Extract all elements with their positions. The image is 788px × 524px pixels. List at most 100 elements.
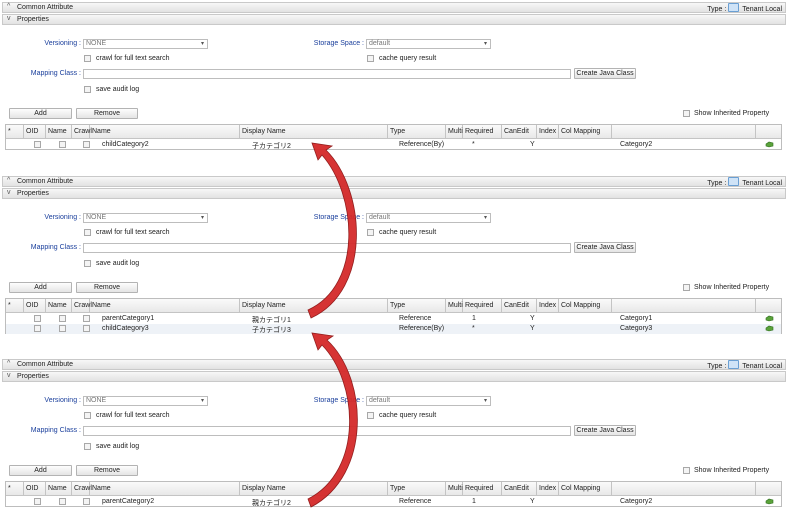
- crawl-checkbox[interactable]: [83, 325, 90, 332]
- column-header[interactable]: Type: [388, 482, 446, 495]
- column-header[interactable]: Col Mapping: [559, 482, 612, 495]
- column-header[interactable]: Required: [463, 125, 502, 138]
- table-row[interactable]: parentCategory1 親カテゴリ1 Reference 1 Y Category…: [6, 314, 781, 324]
- chevron-up-icon[interactable]: ^: [7, 3, 10, 10]
- column-header[interactable]: *: [6, 125, 24, 138]
- column-header[interactable]: Index: [537, 482, 559, 495]
- edit-row-icon[interactable]: [765, 325, 774, 332]
- common-attribute-header[interactable]: ^ Common Attribute Type : Tenant Local: [2, 2, 786, 13]
- column-header[interactable]: Col Mapping: [559, 299, 612, 312]
- column-header[interactable]: Name: [90, 125, 240, 138]
- storage-space-select[interactable]: default ▾: [366, 213, 491, 223]
- column-header[interactable]: Name: [90, 299, 240, 312]
- column-header[interactable]: OID: [24, 299, 46, 312]
- save-audit-log-checkbox[interactable]: [84, 443, 91, 450]
- name-checkbox[interactable]: [59, 325, 66, 332]
- column-header[interactable]: Col Mapping: [559, 125, 612, 138]
- column-header[interactable]: Required: [463, 299, 502, 312]
- column-header[interactable]: Type: [388, 299, 446, 312]
- storage-space-select[interactable]: default ▾: [366, 396, 491, 406]
- column-header[interactable]: Name: [46, 125, 72, 138]
- chevron-up-icon[interactable]: ^: [7, 360, 10, 367]
- column-header[interactable]: Display Name: [240, 125, 388, 138]
- column-header[interactable]: Display Name: [240, 482, 388, 495]
- crawl-checkbox[interactable]: [84, 229, 91, 236]
- oid-checkbox[interactable]: [34, 315, 41, 322]
- create-java-class-button[interactable]: Create Java Class: [574, 425, 636, 436]
- remove-button[interactable]: Remove: [76, 108, 138, 119]
- chevron-up-icon[interactable]: ^: [7, 177, 10, 184]
- column-header[interactable]: CanEdit: [502, 299, 537, 312]
- versioning-select[interactable]: NONE ▾: [83, 213, 208, 223]
- oid-checkbox[interactable]: [34, 325, 41, 332]
- versioning-select[interactable]: NONE ▾: [83, 396, 208, 406]
- column-header[interactable]: Display Name: [240, 299, 388, 312]
- properties-header[interactable]: v Properties: [2, 188, 786, 199]
- properties-header[interactable]: v Properties: [2, 14, 786, 25]
- crawl-checkbox[interactable]: [83, 498, 90, 505]
- column-header[interactable]: *: [6, 299, 24, 312]
- versioning-select[interactable]: NONE ▾: [83, 39, 208, 49]
- column-header[interactable]: Required: [463, 482, 502, 495]
- column-header[interactable]: Name: [46, 482, 72, 495]
- crawl-checkbox[interactable]: [83, 315, 90, 322]
- column-header[interactable]: Index: [537, 299, 559, 312]
- edit-row-icon[interactable]: [765, 315, 774, 322]
- column-header[interactable]: Index: [537, 125, 559, 138]
- remove-button[interactable]: Remove: [76, 282, 138, 293]
- cache-query-checkbox[interactable]: [367, 229, 374, 236]
- column-header[interactable]: Name: [46, 299, 72, 312]
- column-header[interactable]: Multi: [446, 125, 463, 138]
- show-inherited-checkbox[interactable]: [683, 110, 690, 117]
- chevron-down-icon[interactable]: v: [7, 15, 11, 22]
- column-header[interactable]: Type: [388, 125, 446, 138]
- edit-row-icon[interactable]: [765, 498, 774, 505]
- mapping-class-input[interactable]: [83, 426, 571, 436]
- mapping-class-input[interactable]: [83, 69, 571, 79]
- create-java-class-button[interactable]: Create Java Class: [574, 242, 636, 253]
- mapping-class-input[interactable]: [83, 243, 571, 253]
- column-header[interactable]: Crawl: [72, 482, 92, 495]
- cache-query-checkbox[interactable]: [367, 55, 374, 62]
- add-button[interactable]: Add: [9, 465, 72, 476]
- property-canedit: Y: [530, 141, 535, 148]
- add-button[interactable]: Add: [9, 108, 72, 119]
- add-button[interactable]: Add: [9, 282, 72, 293]
- show-inherited-checkbox[interactable]: [683, 467, 690, 474]
- column-header[interactable]: Crawl: [72, 299, 92, 312]
- common-attribute-header[interactable]: ^ Common Attribute Type : Tenant Local: [2, 359, 786, 370]
- column-header[interactable]: CanEdit: [502, 482, 537, 495]
- oid-checkbox[interactable]: [34, 498, 41, 505]
- column-header[interactable]: OID: [24, 482, 46, 495]
- column-header[interactable]: *: [6, 482, 24, 495]
- column-header[interactable]: CanEdit: [502, 125, 537, 138]
- crawl-checkbox[interactable]: [83, 141, 90, 148]
- table-row[interactable]: parentCategory2 親カテゴリ2 Reference 1 Y Category…: [6, 497, 781, 507]
- properties-header[interactable]: v Properties: [2, 371, 786, 382]
- name-checkbox[interactable]: [59, 315, 66, 322]
- save-audit-log-checkbox[interactable]: [84, 86, 91, 93]
- save-audit-log-checkbox[interactable]: [84, 260, 91, 267]
- edit-row-icon[interactable]: [765, 141, 774, 148]
- storage-space-select[interactable]: default ▾: [366, 39, 491, 49]
- name-checkbox[interactable]: [59, 141, 66, 148]
- chevron-down-icon[interactable]: v: [7, 372, 11, 379]
- name-checkbox[interactable]: [59, 498, 66, 505]
- crawl-checkbox[interactable]: [84, 412, 91, 419]
- common-attribute-header[interactable]: ^ Common Attribute Type : Tenant Local: [2, 176, 786, 187]
- show-inherited-checkbox[interactable]: [683, 284, 690, 291]
- column-header[interactable]: Multi: [446, 482, 463, 495]
- create-java-class-button[interactable]: Create Java Class: [574, 68, 636, 79]
- oid-checkbox[interactable]: [34, 141, 41, 148]
- table-row[interactable]: childCategory3 子カテゴリ3 Reference(By) * Y Categ…: [6, 324, 781, 334]
- column-header[interactable]: OID: [24, 125, 46, 138]
- chevron-down-icon[interactable]: v: [7, 189, 11, 196]
- cache-query-checkbox[interactable]: [367, 412, 374, 419]
- table-row[interactable]: childCategory2 子カテゴリ2 Reference(By) * Y Categ…: [6, 140, 781, 150]
- remove-button[interactable]: Remove: [76, 465, 138, 476]
- storage-space-label: Storage Space :: [313, 214, 364, 221]
- column-header[interactable]: Crawl: [72, 125, 92, 138]
- column-header[interactable]: Multi: [446, 299, 463, 312]
- crawl-checkbox[interactable]: [84, 55, 91, 62]
- column-header[interactable]: Name: [90, 482, 240, 495]
